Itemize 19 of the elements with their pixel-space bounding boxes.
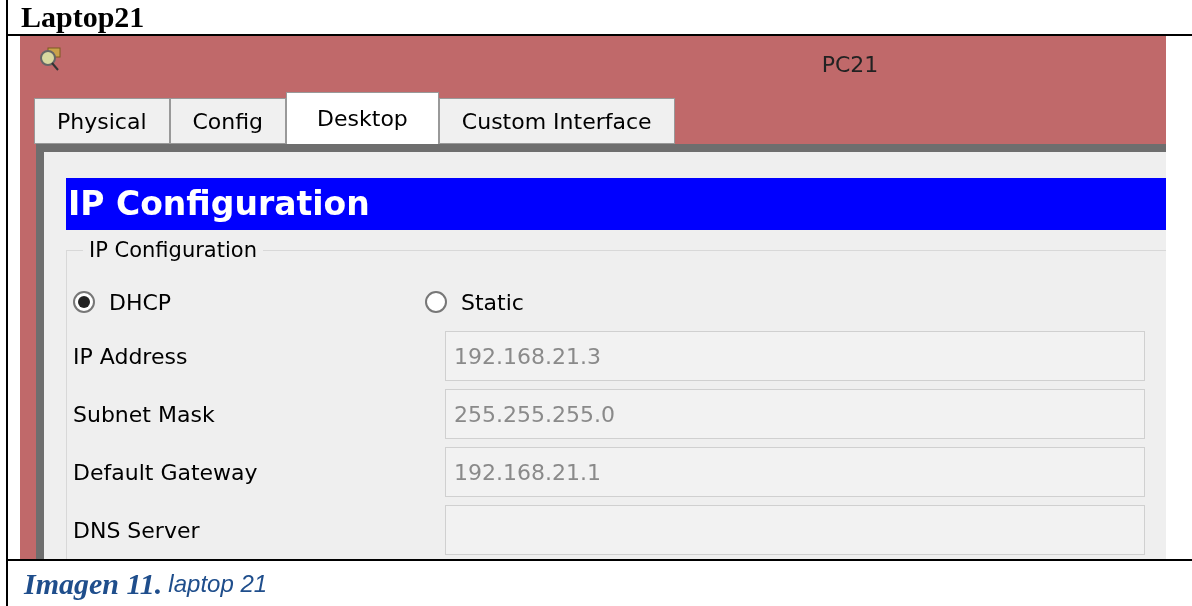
field-label: Subnet Mask [73, 400, 216, 429]
tab[interactable]: Physical [34, 98, 170, 144]
radio-button[interactable] [425, 291, 447, 313]
radio-button[interactable] [73, 291, 95, 313]
field-label: IP Address [73, 342, 189, 371]
field-label: DNS Server [73, 516, 201, 545]
document-heading: Laptop21 [21, 0, 145, 34]
window-title: PC21 [821, 50, 879, 79]
figure-caption: laptop 21 [168, 568, 268, 599]
tab[interactable]: Custom Interface [438, 98, 675, 144]
tab[interactable]: Config [169, 98, 287, 144]
figure-caption-number: Imagen 11. [24, 566, 163, 602]
panel-title: IP Configuration [66, 178, 1166, 230]
input-field[interactable] [445, 505, 1145, 555]
radio-label: DHCP [109, 288, 172, 317]
radio-label: Static [461, 288, 524, 317]
field-label: Default Gateway [73, 458, 259, 487]
tab[interactable]: Desktop [286, 92, 439, 144]
magnifier-box-icon [38, 46, 64, 72]
